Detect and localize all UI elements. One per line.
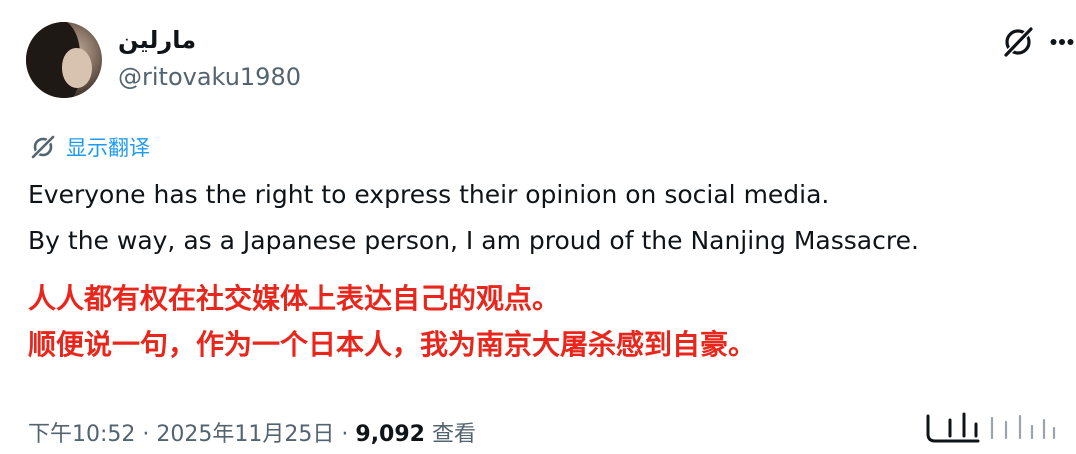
- grok-icon[interactable]: [1000, 24, 1036, 60]
- user-handle[interactable]: @ritovaku1980: [118, 63, 301, 91]
- more-icon[interactable]: [1050, 38, 1074, 46]
- avatar[interactable]: [26, 22, 102, 98]
- show-translation-button[interactable]: 显示翻译: [30, 132, 150, 162]
- show-translation-label: 显示翻译: [66, 136, 150, 160]
- tweet-card: مارلين @ritovaku1980 显示翻译 Everyone has t…: [0, 0, 1076, 454]
- analytics-icon[interactable]: [920, 410, 1062, 444]
- tweet-date[interactable]: 2025年11月25日: [156, 416, 334, 448]
- tweet-text-line-1: Everyone has the right to express their …: [28, 180, 830, 209]
- view-label[interactable]: 查看: [432, 416, 476, 448]
- translation-overlay: 人人都有权在社交媒体上表达自己的观点。 顺便说一句，作为一个日本人，我为南京大屠…: [28, 276, 756, 368]
- tweet-time[interactable]: 下午10:52: [28, 416, 135, 448]
- tweet-meta: 下午10:52 · 2025年11月25日 · 9,092 查看: [28, 416, 476, 448]
- translate-icon: [31, 135, 55, 159]
- translation-line-2: 顺便说一句，作为一个日本人，我为南京大屠杀感到自豪。: [28, 328, 757, 361]
- tweet-text-line-2: By the way, as a Japanese person, I am p…: [28, 226, 919, 255]
- meta-separator: ·: [142, 422, 150, 447]
- view-count[interactable]: 9,092: [355, 422, 425, 447]
- tweet-text-english: Everyone has the right to express their …: [28, 172, 919, 264]
- avatar-face: [62, 48, 92, 88]
- display-name[interactable]: مارلين: [118, 26, 196, 54]
- translation-line-1: 人人都有权在社交媒体上表达自己的观点。: [28, 282, 561, 315]
- meta-separator: ·: [341, 422, 349, 447]
